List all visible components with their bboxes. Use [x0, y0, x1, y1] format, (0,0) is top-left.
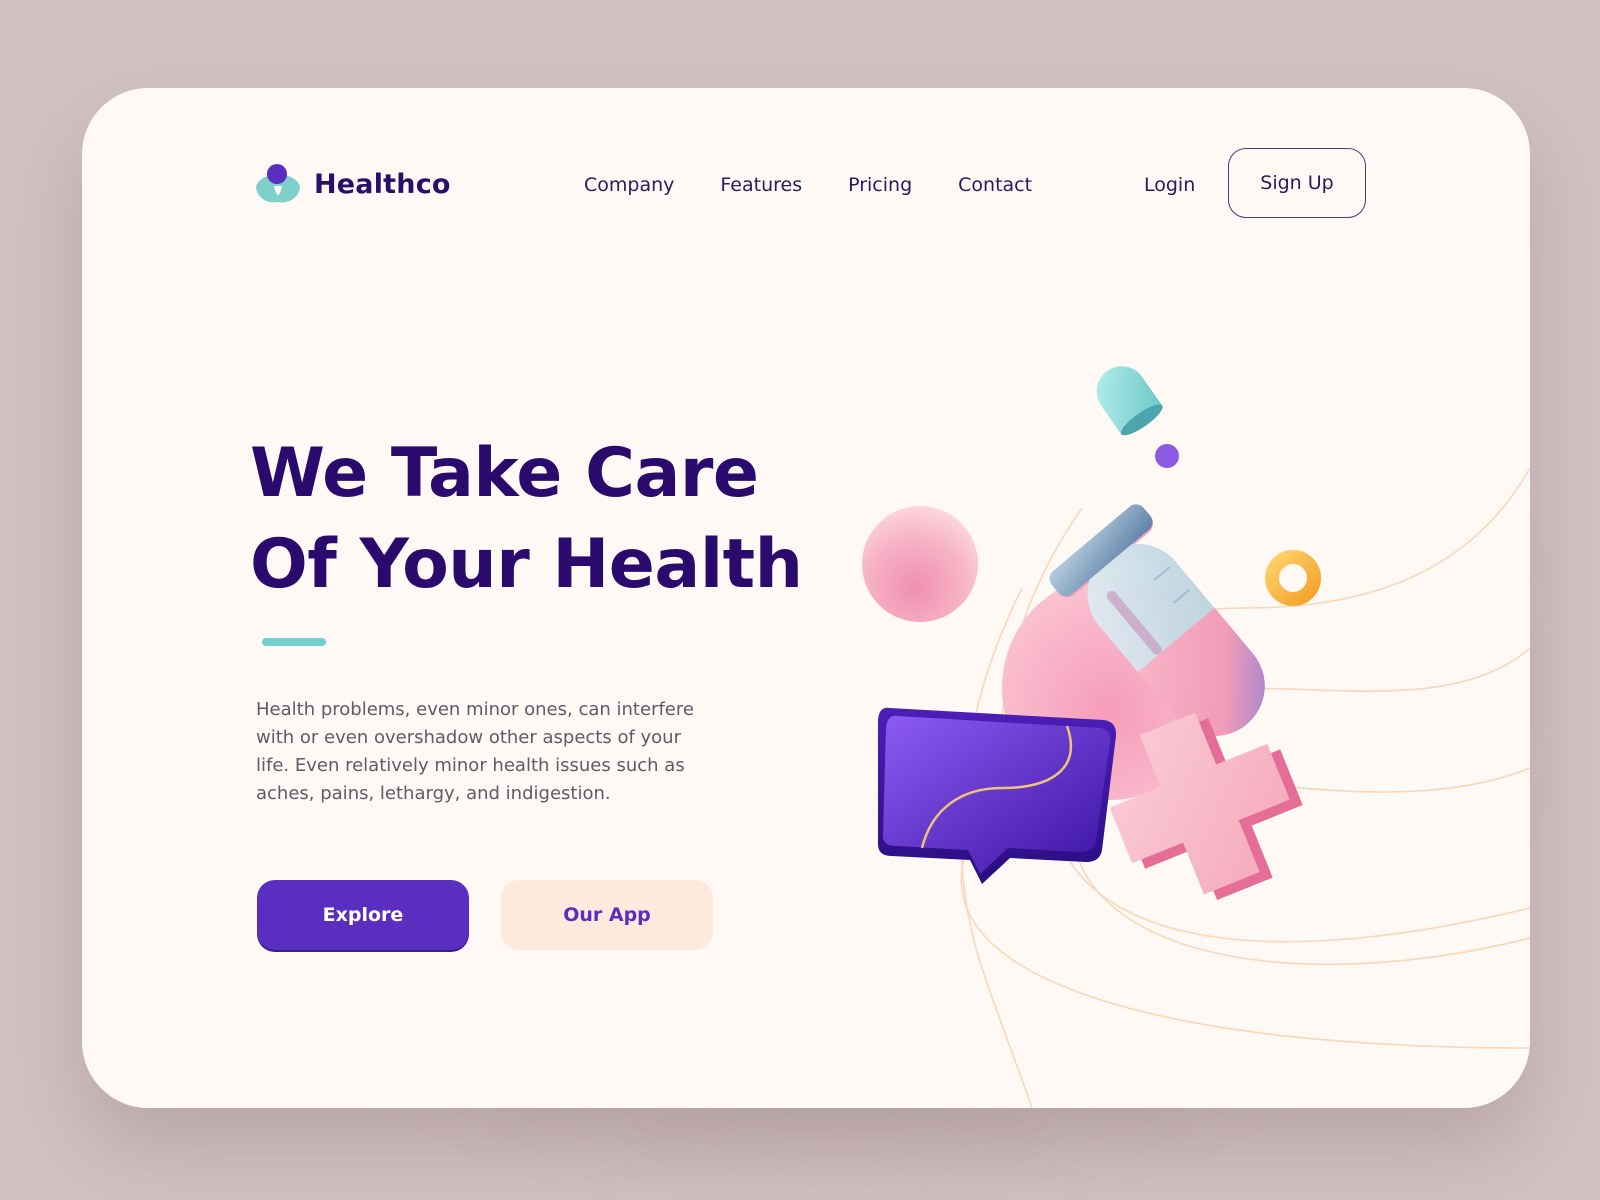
top-nav: Healthco Company Features Pricing Contac…	[82, 88, 1530, 288]
hero-description: Health problems, even minor ones, can in…	[256, 699, 694, 804]
nav-link-contact[interactable]: Contact	[958, 174, 1032, 196]
nav-link-pricing[interactable]: Pricing	[848, 174, 912, 196]
signup-button[interactable]: Sign Up	[1228, 148, 1366, 218]
ring-icon	[1265, 550, 1321, 606]
brand-logo-icon	[254, 162, 302, 206]
pink-sphere-icon	[862, 506, 978, 622]
test-tube-icon	[1049, 504, 1265, 736]
brand-name: Healthco	[314, 168, 451, 200]
explore-button[interactable]: Explore	[257, 880, 469, 950]
login-link[interactable]: Login	[1144, 174, 1195, 196]
hero-title: We Take Care Of Your Health	[250, 428, 870, 610]
chat-bubble-icon	[877, 707, 1117, 884]
hero-title-line: We Take Care	[250, 434, 759, 513]
landing-card: Healthco Company Features Pricing Contac…	[82, 88, 1530, 1108]
our-app-button[interactable]: Our App	[501, 880, 713, 950]
accent-divider	[262, 638, 326, 646]
hero-title-line: Of Your Health	[250, 525, 803, 604]
nav-link-company[interactable]: Company	[584, 174, 674, 196]
purple-dot-icon	[1155, 444, 1179, 468]
brand-logo[interactable]: Healthco	[254, 162, 451, 206]
pink-blob-icon	[1002, 576, 1218, 800]
nav-links: Company Features Pricing Contact	[584, 174, 1078, 196]
plus-cross-icon	[1109, 712, 1303, 901]
capsule-cap-icon	[1096, 366, 1163, 436]
nav-link-features[interactable]: Features	[720, 174, 802, 196]
